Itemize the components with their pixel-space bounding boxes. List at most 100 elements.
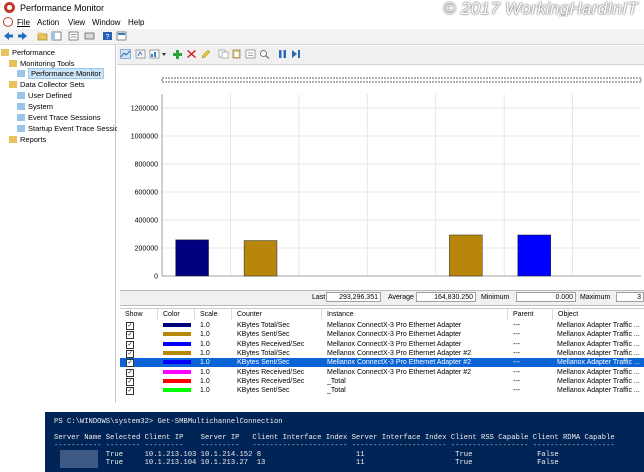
y-tick-label: 0	[154, 274, 158, 281]
color-swatch	[163, 350, 191, 355]
add-counter-icon[interactable]	[172, 49, 183, 59]
show-checkbox[interactable]: ✓	[126, 377, 134, 386]
graph-type-dropdown-icon[interactable]	[161, 49, 167, 59]
export-list-icon[interactable]	[84, 31, 95, 41]
window-title: Performance Monitor	[20, 3, 105, 13]
delete-counter-icon[interactable]	[186, 49, 197, 59]
cell-counter: KBytes Sent/Sec	[237, 387, 290, 395]
cell-object: Mellanox Adapter Traffic ...	[557, 359, 640, 367]
table-row[interactable]: ✓ 1.0 KBytes Received/Sec Mellanox ConnectX…	[120, 368, 644, 377]
minimum-label: Minimum	[481, 294, 510, 301]
forward-arrow-icon[interactable]	[17, 31, 28, 41]
highlight-icon[interactable]	[200, 49, 211, 59]
color-swatch	[163, 341, 191, 346]
column-parent[interactable]: Parent	[508, 309, 553, 320]
view-current-activity-icon[interactable]	[120, 49, 131, 59]
tree-node-user-defined[interactable]: User Defined	[17, 91, 72, 101]
show-checkbox[interactable]: ✓	[126, 340, 134, 349]
column-instance[interactable]: Instance	[322, 309, 508, 320]
tree-node-startup-event-trace-sessions[interactable]: Startup Event Trace Sessions	[17, 124, 127, 134]
zoom-icon[interactable]	[259, 49, 270, 59]
tree-node-system[interactable]: System	[17, 102, 53, 112]
powershell-console[interactable]: PS C:\WINDOWS\system32> Get-SMBMultichan…	[45, 412, 644, 472]
column-show[interactable]: Show	[120, 309, 158, 320]
show-checkbox[interactable]: ✓	[126, 359, 134, 368]
table-row[interactable]: ✓ 1.0 KBytes Received/Sec Mellanox ConnectX…	[120, 340, 644, 349]
tree-node-label: Reports	[20, 135, 47, 144]
show-checkbox[interactable]: ✓	[126, 349, 134, 358]
column-counter[interactable]: Counter	[232, 309, 322, 320]
cell-counter: KBytes Received/Sec	[237, 368, 305, 376]
view-icon[interactable]	[116, 31, 127, 41]
cell-instance: _Total	[327, 387, 346, 395]
cell-object: Mellanox Adapter Traffic ...	[557, 322, 640, 329]
menu-file[interactable]: File	[17, 18, 30, 27]
tree-node-label: Startup Event Trace Sessions	[28, 124, 127, 133]
average-value: 164,830.250	[416, 292, 476, 302]
main-toolbar: ?	[0, 29, 644, 45]
y-tick-label: 1200000	[131, 106, 158, 113]
show-checkbox[interactable]: ✓	[126, 387, 134, 396]
cell-scale: 1.0	[200, 368, 210, 376]
paste-counter-list-icon[interactable]	[231, 49, 242, 59]
menu-action[interactable]: Action	[37, 18, 59, 27]
cell-object: Mellanox Adapter Traffic ...	[557, 331, 640, 339]
column-color[interactable]: Color	[158, 309, 195, 320]
cell-object: Mellanox Adapter Traffic ...	[557, 340, 640, 348]
table-row[interactable]: ✓ 1.0 KBytes Received/Sec _Total --- Mellanox…	[120, 377, 644, 386]
redacted-server-name	[60, 450, 98, 468]
table-row[interactable]: ✓ 1.0 KBytes Sent/Sec _Total --- Mellanox Ada…	[120, 386, 644, 396]
tree-node-label: System	[28, 102, 54, 111]
cell-parent: ---	[513, 322, 520, 329]
ps-table-divider: ----------- -------- --------- ---------…	[54, 442, 615, 450]
show-checkbox[interactable]: ✓	[126, 322, 134, 330]
tree-node-performance-monitor[interactable]: Performance Monitor	[17, 68, 105, 79]
cell-scale: 1.0	[200, 387, 210, 395]
help-icon[interactable]: ?	[102, 31, 113, 41]
menu-view[interactable]: View	[68, 18, 85, 27]
tree-node-icon	[17, 70, 25, 77]
statistics-bar: Last 293,296.351 Average 164,830.250 Min…	[120, 290, 644, 306]
properties-icon[interactable]	[245, 49, 256, 59]
tree-node-label: Event Trace Sessions	[28, 113, 101, 122]
ps-row-2: True 10.1.213.104 10.1.213.27 13 11 True…	[54, 459, 559, 467]
up-folder-icon[interactable]	[37, 31, 48, 41]
tree-node-performance[interactable]: Performance	[1, 48, 55, 58]
tree-node-reports[interactable]: Reports	[9, 135, 46, 145]
view-log-data-icon[interactable]	[135, 49, 146, 59]
cell-instance: Mellanox ConnectX-3 Pro Ethernet Adapter	[327, 322, 462, 329]
y-tick-label: 200000	[135, 246, 158, 253]
update-data-icon[interactable]	[291, 49, 302, 59]
last-label: Last	[312, 294, 326, 301]
file-menu-icon	[3, 17, 13, 27]
menu-window[interactable]: Window	[92, 18, 120, 27]
show-checkbox[interactable]: ✓	[126, 368, 134, 377]
cell-scale: 1.0	[200, 377, 210, 385]
show-hide-tree-icon[interactable]	[51, 31, 62, 41]
tree-node-event-trace-sessions[interactable]: Event Trace Sessions	[17, 113, 101, 123]
tree-node-data-collector-sets[interactable]: Data Collector Sets	[9, 80, 85, 90]
tree-node-label: Performance	[12, 48, 55, 57]
time-bar	[161, 77, 642, 83]
column-object[interactable]: Object	[553, 309, 644, 320]
cell-parent: ---	[513, 340, 520, 348]
counter-table: Show Color Scale Counter Instance Parent…	[120, 308, 644, 404]
tree-node-icon	[9, 60, 17, 67]
copy-properties-icon[interactable]	[218, 49, 229, 59]
freeze-display-icon[interactable]	[277, 49, 288, 59]
svg-text:?: ?	[106, 34, 110, 41]
table-row[interactable]: ✓ 1.0 KBytes Total/Sec Mellanox ConnectX-3 …	[120, 349, 644, 358]
change-graph-type-icon[interactable]	[149, 49, 160, 59]
back-arrow-icon[interactable]	[3, 31, 14, 41]
navigation-tree: Performance Monitoring Tools Performance M…	[0, 45, 127, 403]
menu-help[interactable]: Help	[128, 18, 144, 27]
table-row[interactable]: ✓ 1.0 KBytes Sent/Sec Mellanox ConnectX-3 P…	[120, 358, 644, 368]
show-checkbox[interactable]: ✓	[126, 331, 134, 340]
last-value: 293,296.351	[326, 292, 381, 302]
ps-row-1: True 10.1.213.103 10.1.214.152 8 11 True…	[54, 451, 559, 459]
tree-node-label: Monitoring Tools	[20, 59, 75, 68]
properties-icon[interactable]	[68, 31, 79, 41]
table-row[interactable]: ✓ 1.0 KBytes Total/Sec Mellanox ConnectX-3 …	[120, 321, 644, 330]
column-scale[interactable]: Scale	[195, 309, 232, 320]
table-row[interactable]: ✓ 1.0 KBytes Sent/Sec Mellanox ConnectX-3 P…	[120, 330, 644, 340]
